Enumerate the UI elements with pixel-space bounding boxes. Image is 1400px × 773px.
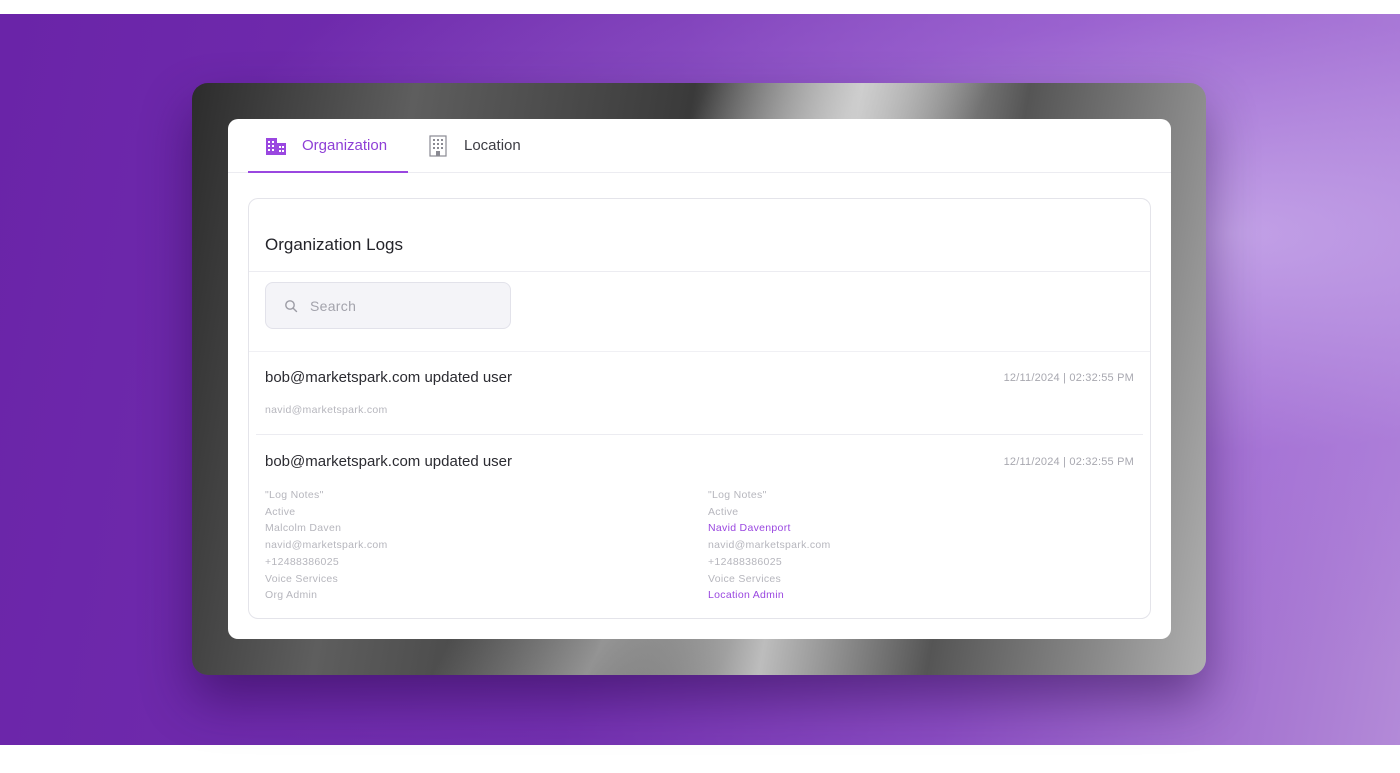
log-entry-title: bob@marketspark.com updated user	[265, 369, 513, 386]
logs-panel: Organization Location Organization Logs	[228, 119, 1171, 639]
before-phone: +12488386025	[265, 555, 339, 568]
tab-location[interactable]: Location	[426, 119, 536, 172]
log-after-values: "Log Notes" Active Navid Davenport navid…	[708, 487, 831, 604]
tab-location-label: Location	[464, 137, 521, 154]
after-service: Voice Services	[708, 572, 782, 585]
after-email: navid@marketspark.com	[708, 539, 831, 552]
before-role: Org Admin	[265, 589, 318, 602]
log-entry-title: bob@marketspark.com updated user	[265, 453, 513, 470]
tab-organization[interactable]: Organization	[248, 119, 408, 173]
before-service: Voice Services	[265, 572, 339, 585]
before-name: Malcolm Daven	[265, 522, 342, 535]
after-role-changed: Location Admin	[708, 589, 784, 602]
building-icon	[264, 134, 288, 158]
after-status: Active	[708, 505, 739, 518]
log-before-values: "Log Notes" Active Malcolm Daven navid@m…	[265, 487, 388, 604]
after-name-changed: Navid Davenport	[708, 522, 791, 535]
divider	[249, 271, 1150, 272]
office-building-icon	[426, 134, 450, 158]
tab-organization-label: Organization	[302, 137, 388, 154]
divider	[249, 351, 1150, 352]
organization-logs-card: Organization Logs bob@marketspark.com up…	[248, 198, 1151, 619]
log-entry-timestamp: 12/11/2024 | 02:32:55 PM	[1003, 456, 1134, 468]
before-status: Active	[265, 505, 296, 518]
divider	[256, 434, 1143, 435]
log-entry-subtitle: navid@marketspark.com	[265, 404, 388, 416]
before-email: navid@marketspark.com	[265, 539, 388, 552]
after-note: "Log Notes"	[708, 489, 767, 501]
card-title: Organization Logs	[265, 235, 403, 254]
search-box[interactable]	[265, 282, 511, 329]
log-entry-timestamp: 12/11/2024 | 02:32:55 PM	[1003, 372, 1134, 384]
after-phone: +12488386025	[708, 555, 782, 568]
before-note: "Log Notes"	[265, 489, 324, 501]
tab-bar: Organization Location	[228, 119, 1171, 173]
search-input[interactable]	[308, 296, 502, 315]
search-icon	[284, 299, 298, 313]
